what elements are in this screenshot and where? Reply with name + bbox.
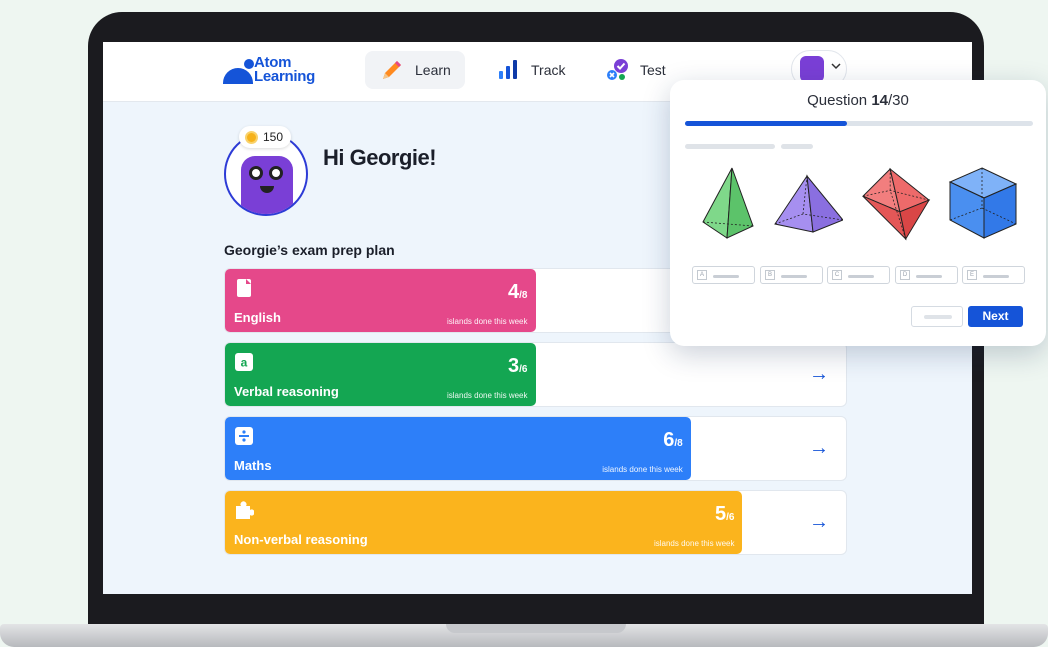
atom-learning-logo[interactable]: Atom Learning — [223, 55, 319, 90]
arrow-right-icon[interactable]: → — [809, 363, 829, 386]
arrow-right-icon[interactable]: → — [809, 437, 829, 460]
avatar-icon — [800, 56, 824, 82]
arrow-right-icon[interactable]: → — [809, 511, 829, 534]
subject-progress-fill: a Verbal reasoning 3/6 islands done this we… — [225, 343, 536, 406]
option-letter: E — [967, 270, 977, 280]
option-text-placeholder — [781, 275, 807, 278]
monster-mouth — [260, 186, 274, 193]
blue-cube-shape — [948, 167, 1018, 239]
subject-name: Maths — [234, 458, 272, 473]
option-text-placeholder — [848, 275, 874, 278]
question-progress-fill — [685, 121, 848, 126]
islands-total: /6 — [726, 512, 735, 523]
divide-icon — [234, 426, 254, 446]
pencil-icon — [379, 57, 405, 83]
answer-option-b[interactable]: B — [760, 266, 823, 284]
next-button[interactable]: Next — [968, 306, 1023, 327]
islands-done: 4 — [508, 281, 520, 303]
islands-total: /6 — [519, 364, 528, 375]
monster-eye-right — [269, 166, 283, 180]
islands-total: /8 — [674, 438, 683, 449]
button-label-placeholder — [924, 315, 952, 319]
question-progress-bar — [685, 121, 1033, 126]
svg-text:a: a — [241, 356, 248, 370]
answer-option-a[interactable]: A — [692, 266, 755, 284]
option-text-placeholder — [983, 275, 1009, 278]
green-pyramid-shape — [702, 167, 754, 239]
subject-row-maths[interactable]: Maths 6/8 islands done this week → — [224, 416, 847, 481]
islands-done-count: 6/8 — [663, 429, 682, 452]
islands-done-count: 3/6 — [508, 355, 527, 378]
chevron-down-icon — [831, 61, 841, 73]
coin-count: 150 — [263, 130, 284, 144]
islands-done: 5 — [715, 503, 727, 525]
tab-track[interactable]: Track — [481, 51, 579, 89]
coin-balance-badge: 150 — [239, 126, 292, 148]
islands-caption: islands done this week — [447, 391, 528, 400]
islands-caption: islands done this week — [602, 465, 683, 474]
islands-total: /8 — [519, 290, 528, 301]
tab-test-label: Test — [640, 62, 666, 78]
islands-done: 3 — [508, 355, 520, 377]
tab-test[interactable]: Test — [590, 51, 680, 89]
plan-title: Georgie’s exam prep plan — [224, 242, 395, 258]
monster-eye-left — [249, 166, 263, 180]
subject-progress-fill: Maths 6/8 islands done this week — [225, 417, 691, 480]
logo-text-line2: Learning — [254, 68, 315, 85]
logo-dot — [244, 59, 254, 69]
islands-caption: islands done this week — [653, 539, 735, 548]
question-text-placeholder — [685, 144, 775, 149]
option-letter: A — [697, 270, 707, 280]
option-letter: C — [832, 270, 842, 280]
question-total: /30 — [888, 92, 909, 109]
question-text-placeholder — [781, 144, 813, 149]
subject-name: Non-verbal reasoning — [234, 532, 368, 547]
secondary-button[interactable] — [911, 306, 963, 327]
bar-chart-icon — [495, 57, 521, 83]
islands-caption: islands done this week — [447, 317, 528, 326]
laptop-notch — [446, 624, 626, 633]
test-icon — [604, 57, 630, 83]
subject-row-verbal-reasoning[interactable]: a Verbal reasoning 3/6 islands done this we… — [224, 342, 847, 407]
book-icon — [234, 278, 254, 298]
subject-name: English — [234, 310, 281, 325]
option-letter: B — [765, 270, 775, 280]
answer-option-c[interactable]: C — [827, 266, 890, 284]
subject-name: Verbal reasoning — [234, 384, 339, 399]
puzzle-icon — [234, 500, 255, 520]
question-counter-label: Question — [807, 92, 872, 109]
red-octahedron-shape — [862, 167, 931, 241]
subject-progress-fill: Non-verbal reasoning 5/6 islands done this… — [225, 491, 743, 554]
answer-option-d[interactable]: D — [895, 266, 958, 284]
option-text-placeholder — [916, 275, 942, 278]
islands-done: 6 — [663, 429, 675, 451]
question-current: 14 — [871, 92, 889, 109]
coin-icon — [245, 130, 258, 144]
question-preview-card: Question 14/30 A B C D E Next — [670, 80, 1046, 346]
monster-avatar-icon — [241, 156, 293, 214]
answer-option-e[interactable]: E — [962, 266, 1025, 284]
option-text-placeholder — [713, 275, 739, 278]
question-counter: Question 14/30 — [670, 92, 1046, 109]
greeting-heading: Hi Georgie! — [323, 145, 437, 170]
letter-a-icon: a — [234, 352, 254, 372]
logo-text: Atom Learning — [254, 55, 315, 85]
tab-track-label: Track — [531, 62, 566, 78]
logo-mark — [223, 68, 253, 84]
purple-pyramid-shape — [774, 174, 843, 233]
tab-learn-label: Learn — [415, 62, 451, 78]
subject-progress-fill: English 4/8 islands done this week — [225, 269, 536, 332]
islands-done-count: 4/8 — [508, 281, 527, 304]
option-letter: D — [900, 270, 910, 280]
subject-row-non-verbal-reasoning[interactable]: Non-verbal reasoning 5/6 islands done this… — [224, 490, 847, 555]
islands-done-count: 5/6 — [715, 503, 734, 526]
tab-learn[interactable]: Learn — [365, 51, 465, 89]
